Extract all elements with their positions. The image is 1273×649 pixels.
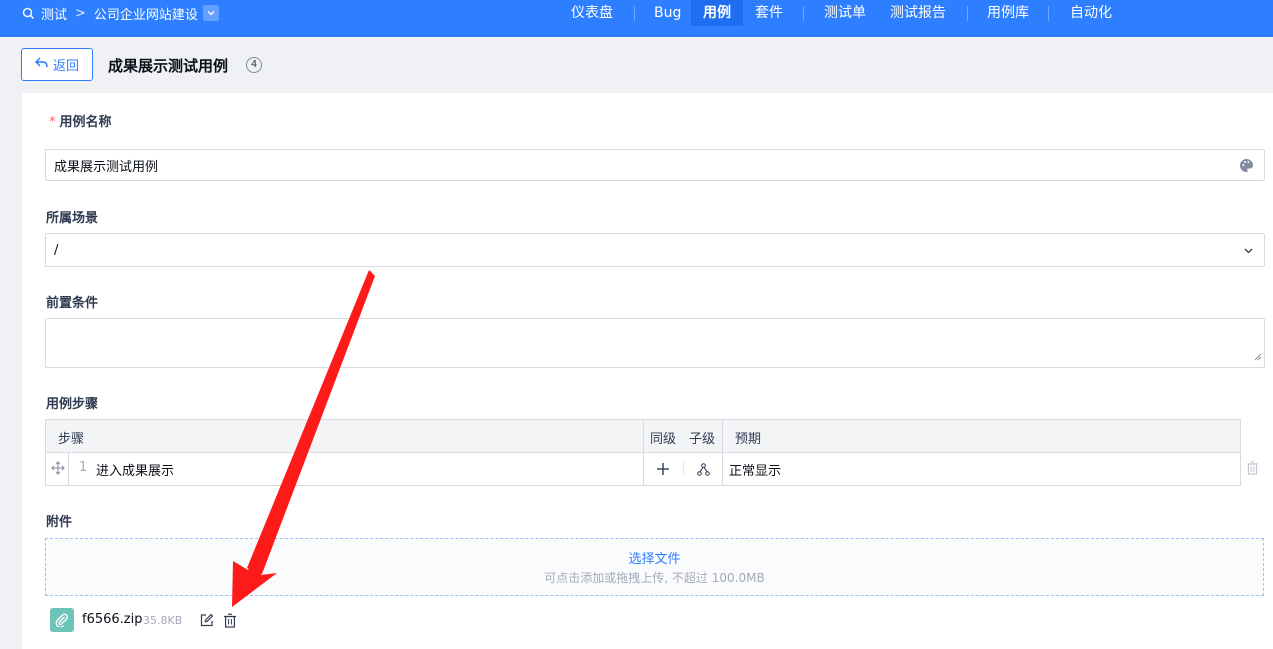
upload-dropzone[interactable]: 选择文件 可点击添加或拖拽上传, 不超过 100.0MB	[45, 538, 1264, 596]
scene-select[interactable]: /	[45, 233, 1265, 267]
expect-text-input[interactable]: 正常显示	[729, 460, 781, 479]
upload-hint: 可点击添加或拖拽上传, 不超过 100.0MB	[544, 571, 765, 585]
column-header-expect: 预期	[735, 432, 762, 447]
hierarchy-icon[interactable]	[695, 461, 711, 477]
precondition-label: 前置条件	[46, 296, 99, 311]
palette-icon[interactable]	[1239, 158, 1254, 173]
column-header-child-level: 子级	[689, 432, 716, 447]
file-size: 35.8KB	[143, 614, 183, 627]
attachment-label: 附件	[46, 515, 73, 530]
breadcrumb: 测试 > 公司企业网站建设	[22, 4, 219, 23]
step-index: 1	[79, 460, 88, 475]
case-name-value: 成果展示测试用例	[54, 159, 159, 175]
paperclip-icon	[50, 608, 74, 632]
breadcrumb-separator: >	[75, 5, 86, 21]
required-mark: *	[49, 115, 56, 130]
chevron-down-icon	[1243, 245, 1254, 260]
resize-handle-icon[interactable]	[1254, 350, 1262, 365]
scene-label: 所属场景	[46, 211, 99, 226]
version-badge: 4	[246, 57, 262, 73]
nav-divider	[1048, 6, 1049, 21]
case-name-input[interactable]: 成果展示测试用例	[45, 149, 1265, 181]
nav-caselib[interactable]: 用例库	[987, 0, 1029, 26]
scene-select-value: /	[54, 242, 59, 258]
nav-dashboard[interactable]: 仪表盘	[571, 0, 613, 26]
steps-label: 用例步骤	[46, 397, 99, 412]
cell-divider	[683, 461, 684, 476]
column-header-same-level: 同级	[650, 432, 677, 447]
nav-divider	[967, 6, 968, 21]
step-text-input[interactable]: 进入成果展示	[96, 460, 174, 479]
case-name-label: * 用例名称	[49, 111, 112, 130]
back-button[interactable]: 返回	[21, 48, 93, 81]
case-name-label-text: 用例名称	[59, 115, 112, 130]
back-arrow-icon	[34, 57, 48, 72]
precondition-textarea[interactable]	[45, 318, 1265, 368]
page-title: 成果展示测试用例	[108, 57, 229, 75]
file-name[interactable]: f6566.zip	[82, 612, 142, 627]
edit-icon[interactable]	[199, 612, 215, 628]
plus-icon[interactable]	[655, 461, 671, 477]
move-icon[interactable]	[50, 460, 66, 476]
column-divider	[722, 420, 723, 485]
steps-table: 步骤 同级 子级 预期 1 进入成果展示 正常显示	[45, 419, 1241, 486]
upload-select-file-link[interactable]: 选择文件	[46, 548, 1263, 567]
back-button-label: 返回	[52, 59, 79, 74]
column-header-step: 步骤	[58, 432, 85, 447]
nav-divider	[803, 6, 804, 21]
nav-divider	[634, 6, 635, 21]
nav-automation[interactable]: 自动化	[1070, 0, 1112, 26]
nav-testtask[interactable]: 测试单	[824, 0, 866, 26]
trash-icon[interactable]	[1244, 460, 1260, 476]
nav-suite[interactable]: 套件	[755, 0, 783, 26]
search-icon[interactable]	[22, 7, 35, 20]
top-navbar: 测试 > 公司企业网站建设 仪表盘 Bug 用例 套件 测试单 测试报告 用例库…	[0, 0, 1273, 37]
column-divider	[643, 420, 644, 485]
nav-testcase[interactable]: 用例	[691, 0, 743, 26]
chevron-down-icon[interactable]	[202, 5, 219, 21]
breadcrumb-product[interactable]: 测试	[41, 4, 67, 23]
column-divider	[68, 453, 69, 485]
trash-icon[interactable]	[222, 612, 238, 628]
nav-bug[interactable]: Bug	[654, 0, 681, 26]
nav-testreport[interactable]: 测试报告	[890, 0, 946, 26]
breadcrumb-project[interactable]: 公司企业网站建设	[94, 4, 198, 23]
